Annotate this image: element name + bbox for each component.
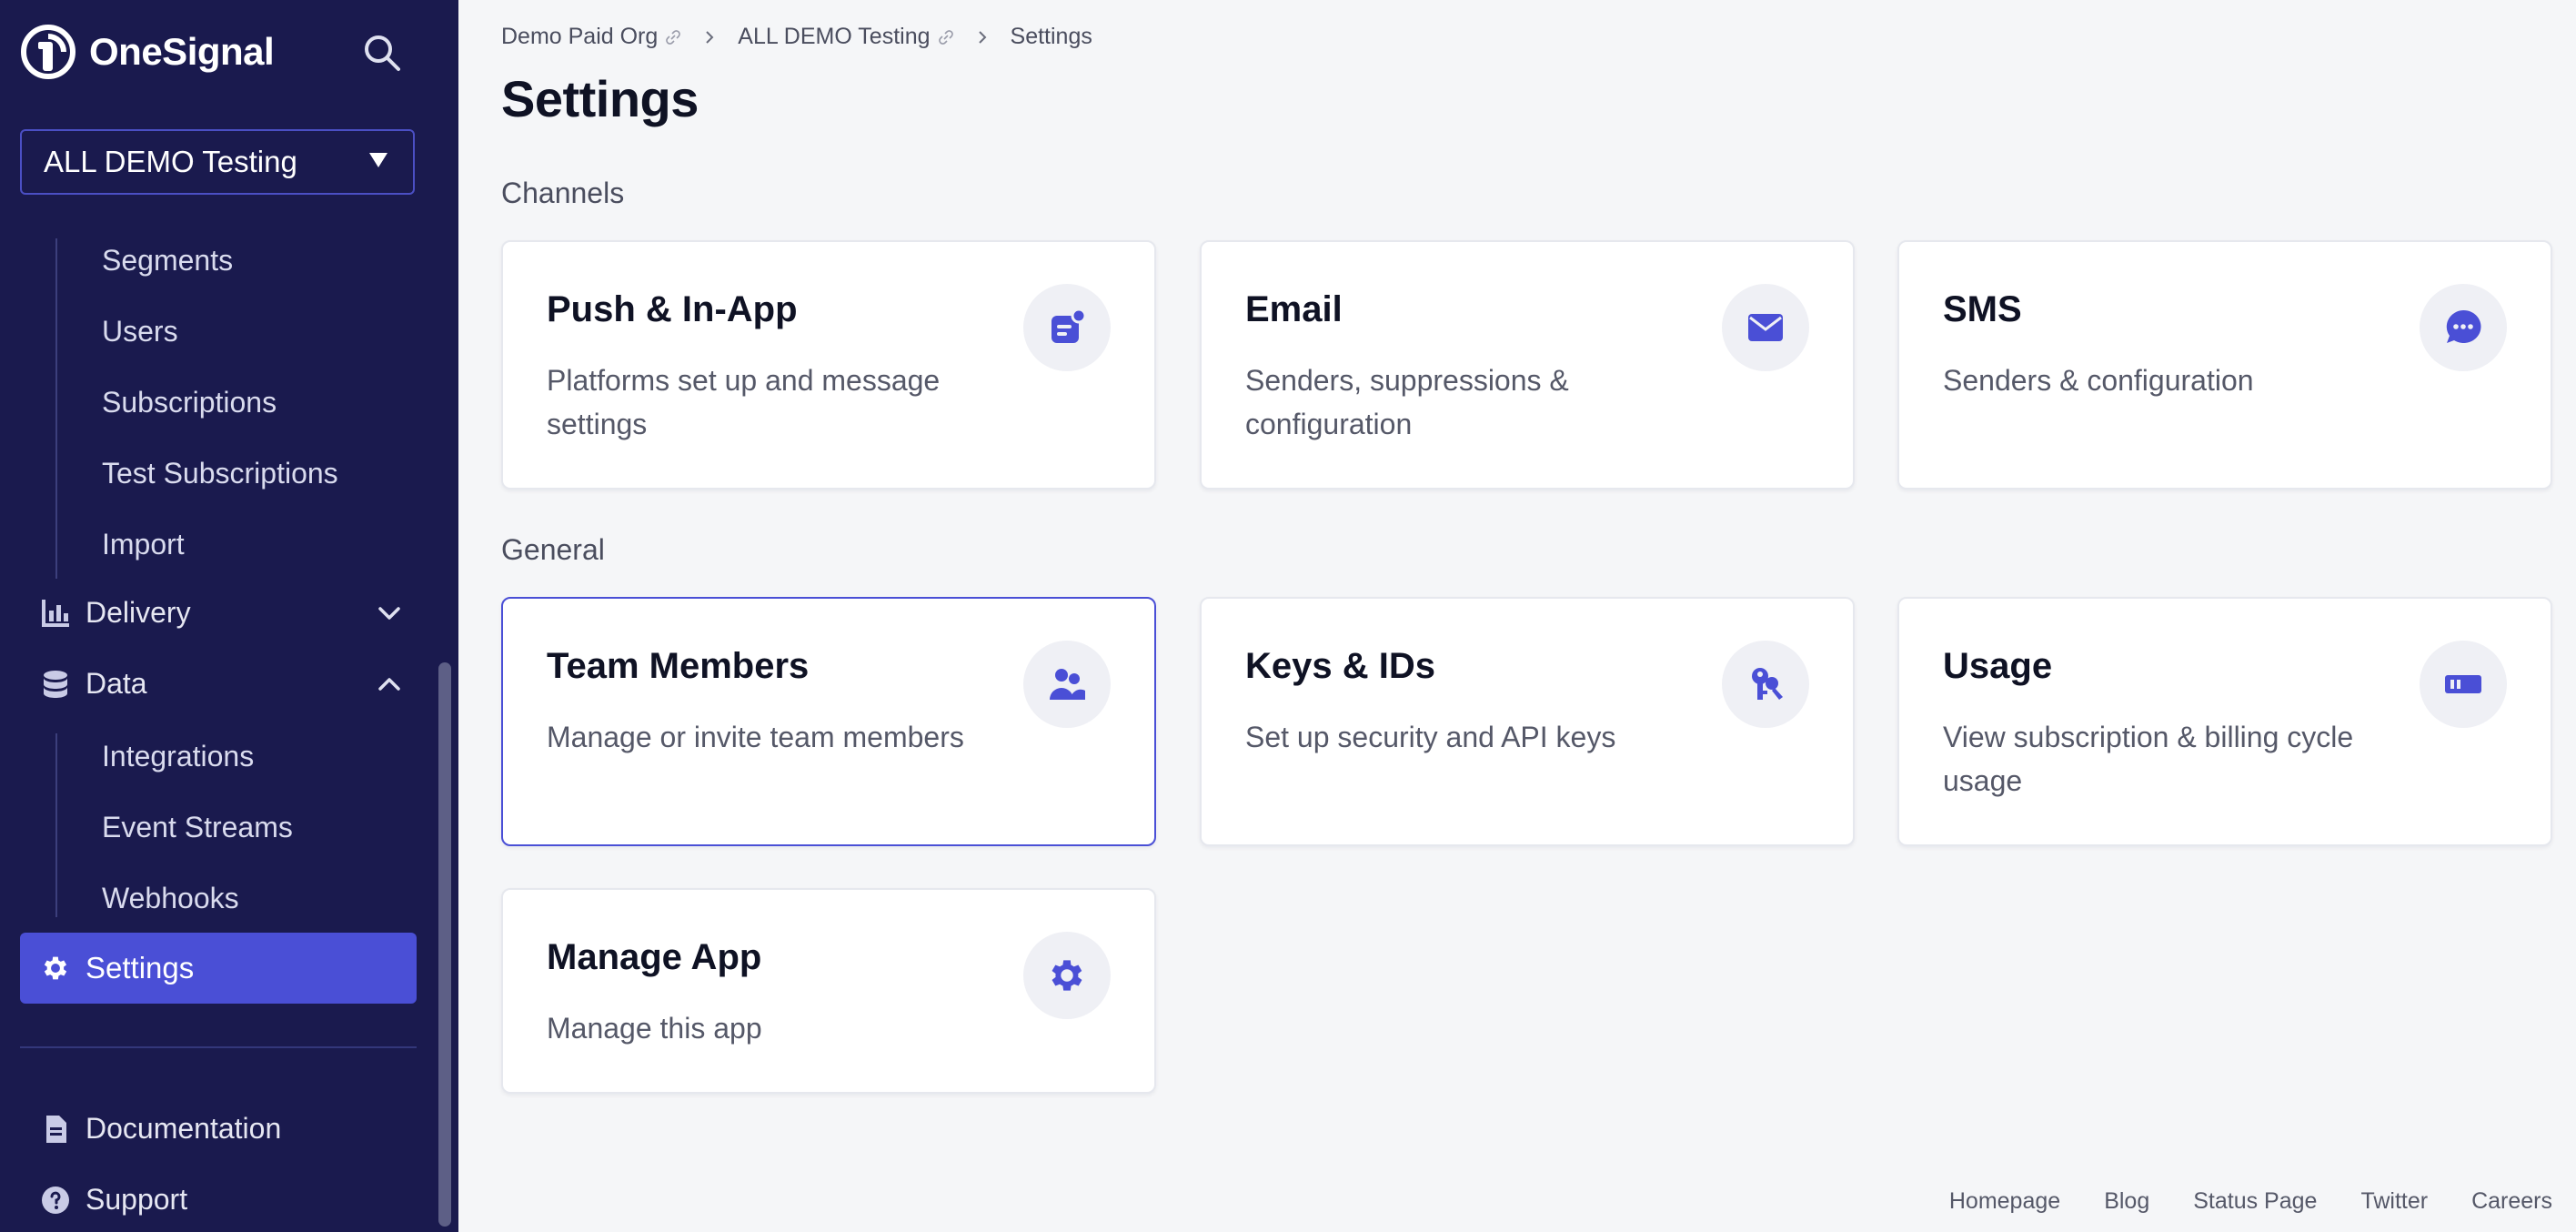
settings-card-keys-ids[interactable]: Keys & IDs Set up security and API keys [1200, 597, 1855, 846]
sidebar-item-support[interactable]: Support [40, 1183, 404, 1217]
search-icon[interactable] [360, 31, 404, 75]
push-notification-icon [1023, 284, 1111, 371]
card-title: Usage [1943, 646, 2053, 686]
chat-bubble-icon [2420, 284, 2507, 371]
sidebar-item-label: Data [86, 667, 147, 700]
sidebar-item-subscriptions[interactable]: Subscriptions [102, 386, 277, 419]
database-icon [40, 669, 71, 700]
gear-icon [1023, 932, 1111, 1019]
footer-link-blog[interactable]: Blog [2104, 1188, 2149, 1215]
breadcrumb: Demo Paid Org ALL DEMO Testing Settings [501, 24, 1092, 50]
sidebar: OneSignal ALL DEMO Testing Segments User… [0, 0, 458, 1232]
chevron-right-icon [706, 30, 714, 44]
footer-links: Homepage Blog Status Page Twitter Career… [1906, 1188, 2552, 1215]
sidebar-item-label: Documentation [86, 1112, 282, 1145]
sidebar-item-users[interactable]: Users [102, 315, 178, 348]
card-description: Manage this app [547, 1012, 762, 1045]
link-icon[interactable] [665, 29, 681, 45]
settings-card-usage[interactable]: Usage View subscription & billing cycle … [1897, 597, 2552, 846]
footer-link-homepage[interactable]: Homepage [1949, 1188, 2060, 1215]
nav-tree-line [55, 238, 57, 579]
users-icon [1023, 641, 1111, 728]
sidebar-item-event-streams[interactable]: Event Streams [102, 811, 293, 844]
brand-name: OneSignal [89, 30, 275, 73]
section-label-channels: Channels [501, 177, 625, 209]
sidebar-item-documentation[interactable]: Documentation [40, 1112, 404, 1146]
card-description: Set up security and API keys [1245, 721, 1616, 753]
sidebar-item-label: Delivery [86, 596, 191, 629]
chevron-up-icon [378, 677, 400, 691]
breadcrumb-app[interactable]: ALL DEMO Testing [738, 24, 930, 50]
card-title: SMS [1943, 289, 2022, 329]
sidebar-item-webhooks[interactable]: Webhooks [102, 882, 239, 915]
card-title: Manage App [547, 937, 762, 977]
sidebar-item-data[interactable]: Data [40, 667, 404, 701]
sidebar-item-import[interactable]: Import [102, 528, 185, 561]
footer-link-careers[interactable]: Careers [2471, 1188, 2552, 1215]
sidebar-item-integrations[interactable]: Integrations [102, 740, 254, 773]
onesignal-logo[interactable]: OneSignal [20, 24, 275, 80]
sidebar-scrollbar[interactable] [438, 662, 451, 1227]
sidebar-item-label: Support [86, 1183, 188, 1216]
help-icon [40, 1185, 71, 1216]
breadcrumb-current: Settings [1010, 24, 1092, 49]
envelope-icon [1722, 284, 1809, 371]
chevron-right-icon [978, 30, 986, 44]
app-selector[interactable]: ALL DEMO Testing [20, 129, 415, 195]
sidebar-item-label: Settings [86, 951, 195, 985]
chevron-down-icon [378, 606, 400, 620]
sidebar-divider [20, 1046, 417, 1048]
document-icon [40, 1114, 71, 1145]
card-title: Email [1245, 289, 1343, 329]
breadcrumb-org[interactable]: Demo Paid Org [501, 24, 658, 50]
usage-meter-icon [2420, 641, 2507, 728]
sidebar-item-test-subscriptions[interactable]: Test Subscriptions [102, 457, 338, 490]
keys-icon [1722, 641, 1809, 728]
sidebar-item-segments[interactable]: Segments [102, 244, 233, 278]
card-description: View subscription & billing cycle usage [1943, 721, 2354, 797]
footer-link-twitter[interactable]: Twitter [2360, 1188, 2428, 1215]
settings-card-team-members[interactable]: Team Members Manage or invite team membe… [501, 597, 1156, 846]
app-selector-value: ALL DEMO Testing [44, 145, 297, 178]
settings-card-sms[interactable]: SMS Senders & configuration [1897, 240, 2552, 490]
link-icon[interactable] [938, 29, 954, 45]
card-title: Keys & IDs [1245, 646, 1435, 686]
gear-icon [40, 953, 71, 984]
settings-card-push[interactable]: Push & In-App Platforms set up and messa… [501, 240, 1156, 490]
sidebar-item-settings[interactable]: Settings [20, 933, 417, 1004]
settings-card-email[interactable]: Email Senders, suppressions & configurat… [1200, 240, 1855, 490]
card-description: Senders & configuration [1943, 364, 2254, 397]
bar-chart-icon [40, 598, 71, 629]
card-title: Team Members [547, 646, 810, 686]
sidebar-item-delivery[interactable]: Delivery [40, 596, 404, 630]
page-title: Settings [501, 70, 699, 127]
card-description: Platforms set up and message settings [547, 364, 941, 440]
caret-down-icon [369, 153, 387, 167]
card-description: Manage or invite team members [547, 721, 964, 753]
footer-link-status-page[interactable]: Status Page [2193, 1188, 2317, 1215]
card-description: Senders, suppressions & configuration [1245, 364, 1569, 440]
card-title: Push & In-App [547, 289, 798, 329]
nav-tree-line [55, 733, 57, 917]
onesignal-logo-icon [21, 25, 75, 79]
settings-card-manage-app[interactable]: Manage App Manage this app [501, 888, 1156, 1094]
section-label-general: General [501, 533, 605, 566]
